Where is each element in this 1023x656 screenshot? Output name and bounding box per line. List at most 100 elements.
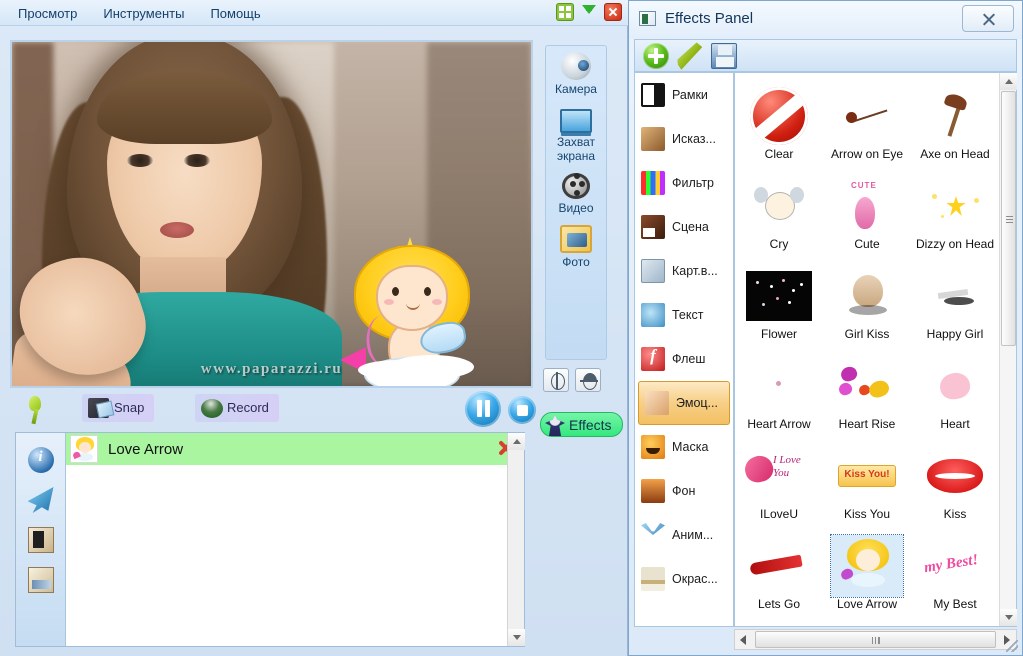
effects-grid[interactable]: Clear Arrow on Eye Axe on Head Cry Cute Dizzy… bbox=[735, 73, 999, 626]
effect-label: Heart Arrow bbox=[747, 417, 811, 431]
tool-camera[interactable]: Камера bbox=[546, 46, 606, 100]
effect-cell[interactable]: Girl Kiss bbox=[823, 253, 911, 343]
effect-cell[interactable]: Clear bbox=[735, 73, 823, 163]
tile-icon[interactable] bbox=[556, 3, 574, 21]
effect-cell[interactable] bbox=[911, 613, 999, 626]
info-icon[interactable] bbox=[27, 447, 54, 473]
effects-button[interactable]: Effects bbox=[540, 412, 623, 437]
effect-cell[interactable]: Kiss bbox=[911, 433, 999, 523]
record-button[interactable]: Record bbox=[195, 394, 279, 422]
effect-cell[interactable] bbox=[735, 613, 823, 626]
pencil-icon[interactable] bbox=[676, 41, 704, 69]
effect-cell[interactable]: Heart Rise bbox=[823, 343, 911, 433]
category-item-9[interactable]: Фон bbox=[635, 469, 733, 513]
album-icon[interactable] bbox=[27, 527, 54, 553]
video-preview[interactable]: www.paparazzi.ru bbox=[10, 40, 533, 388]
scroll-down-icon[interactable] bbox=[508, 629, 525, 646]
stop-button[interactable] bbox=[508, 396, 536, 424]
effect-label: Arrow on Eye bbox=[830, 147, 904, 161]
angel-cheek-right bbox=[432, 299, 442, 305]
close-button[interactable] bbox=[962, 5, 1014, 32]
effect-cell[interactable]: Flower bbox=[735, 253, 823, 343]
effect-label: Love Arrow bbox=[836, 597, 898, 611]
tool-screen-capture[interactable]: Захват экрана bbox=[546, 100, 606, 167]
wand-icon[interactable] bbox=[27, 487, 54, 513]
menu-item-help[interactable]: Помощь bbox=[202, 4, 268, 23]
effect-thumb-icon bbox=[743, 85, 815, 147]
category-item-8[interactable]: Маска bbox=[635, 425, 733, 469]
effect-thumb-icon bbox=[919, 175, 991, 237]
heart-icon bbox=[839, 364, 859, 384]
effect-label: Happy Girl bbox=[926, 327, 984, 341]
effect-label: Dizzy on Head bbox=[915, 237, 995, 251]
effect-cell[interactable]: Cute bbox=[823, 163, 911, 253]
effect-thumb-icon bbox=[831, 445, 903, 507]
category-item-11[interactable]: Окрас... bbox=[635, 557, 733, 601]
category-item-1[interactable]: Исказ... bbox=[635, 117, 733, 161]
floppy-disk-icon[interactable] bbox=[711, 42, 737, 69]
effects-grid-hscrollbar[interactable] bbox=[734, 629, 1017, 650]
eye-right bbox=[184, 154, 210, 167]
mirror-toggle-icon[interactable] bbox=[543, 368, 569, 392]
hscroll-thumb[interactable] bbox=[755, 631, 996, 648]
effect-cell[interactable]: Axe on Head bbox=[911, 73, 999, 163]
menu-item-view[interactable]: Просмотр bbox=[10, 4, 85, 23]
effect-thumb-icon bbox=[831, 175, 903, 237]
tool-video[interactable]: Видео bbox=[546, 167, 606, 219]
effect-art bbox=[837, 537, 897, 595]
mask-icon bbox=[641, 435, 665, 459]
library-icon[interactable] bbox=[27, 567, 54, 593]
effect-cell[interactable] bbox=[823, 613, 911, 626]
scroll-up-icon[interactable] bbox=[1000, 73, 1017, 90]
green-plus-icon[interactable] bbox=[643, 42, 669, 69]
category-item-7[interactable]: Эмоц... bbox=[638, 381, 730, 425]
heart-icon bbox=[866, 378, 892, 400]
category-item-5[interactable]: Текст bbox=[635, 293, 733, 337]
effect-cell[interactable]: Love Arrow bbox=[823, 523, 911, 613]
effect-art bbox=[930, 275, 980, 317]
pin-icon[interactable] bbox=[24, 396, 46, 424]
effects-category-list[interactable]: Рамки Исказ... Фильтр Сцена Карт.в... Текст Фл… bbox=[634, 72, 734, 627]
scroll-thumb[interactable] bbox=[1001, 91, 1016, 346]
effect-cell[interactable]: ILoveU bbox=[735, 433, 823, 523]
minimize-icon[interactable] bbox=[580, 3, 598, 21]
category-item-3[interactable]: Сцена bbox=[635, 205, 733, 249]
list-item[interactable]: Love Arrow bbox=[66, 433, 524, 465]
effect-cell[interactable]: Cry bbox=[735, 163, 823, 253]
close-icon[interactable] bbox=[604, 3, 622, 21]
category-item-2[interactable]: Фильтр bbox=[635, 161, 733, 205]
view-toggles bbox=[543, 368, 601, 392]
effect-cell[interactable]: Lets Go bbox=[735, 523, 823, 613]
effect-cell[interactable]: Kiss You bbox=[823, 433, 911, 523]
tool-photo[interactable]: Фото bbox=[546, 219, 606, 273]
effect-art bbox=[930, 188, 980, 224]
watermark: www.paparazzi.ru bbox=[200, 361, 343, 377]
category-item-0[interactable]: Рамки bbox=[635, 73, 733, 117]
effect-cell[interactable]: Heart bbox=[911, 343, 999, 433]
scroll-up-icon[interactable] bbox=[508, 433, 525, 450]
filter-icon bbox=[641, 171, 665, 195]
list-scrollbar[interactable] bbox=[507, 433, 525, 646]
tool-screen-capture-label-2: экрана bbox=[556, 149, 596, 163]
menu-item-tools[interactable]: Инструменты bbox=[95, 4, 192, 23]
flip-toggle-icon[interactable] bbox=[575, 368, 601, 392]
category-item-6[interactable]: Флеш bbox=[635, 337, 733, 381]
effect-cell[interactable]: Dizzy on Head bbox=[911, 163, 999, 253]
snap-button[interactable]: Snap bbox=[82, 394, 155, 422]
effect-cell[interactable]: Arrow on Eye bbox=[823, 73, 911, 163]
pause-button[interactable] bbox=[465, 391, 501, 427]
effect-cell[interactable]: My Best bbox=[911, 523, 999, 613]
effect-cell[interactable]: Happy Girl bbox=[911, 253, 999, 343]
main-window: Просмотр Инструменты Помощь www.paparazz… bbox=[0, 0, 628, 656]
category-item-10[interactable]: Аним... bbox=[635, 513, 733, 557]
resize-grip[interactable] bbox=[1006, 640, 1018, 652]
angel-face bbox=[378, 267, 446, 329]
scroll-left-icon[interactable] bbox=[735, 630, 753, 649]
picture-icon bbox=[641, 259, 665, 283]
effect-art bbox=[746, 271, 812, 321]
category-item-4[interactable]: Карт.в... bbox=[635, 249, 733, 293]
effect-thumb-icon bbox=[919, 445, 991, 507]
effects-grid-vscrollbar[interactable] bbox=[999, 73, 1017, 626]
scroll-down-icon[interactable] bbox=[1000, 609, 1017, 626]
effect-cell[interactable]: Heart Arrow bbox=[735, 343, 823, 433]
